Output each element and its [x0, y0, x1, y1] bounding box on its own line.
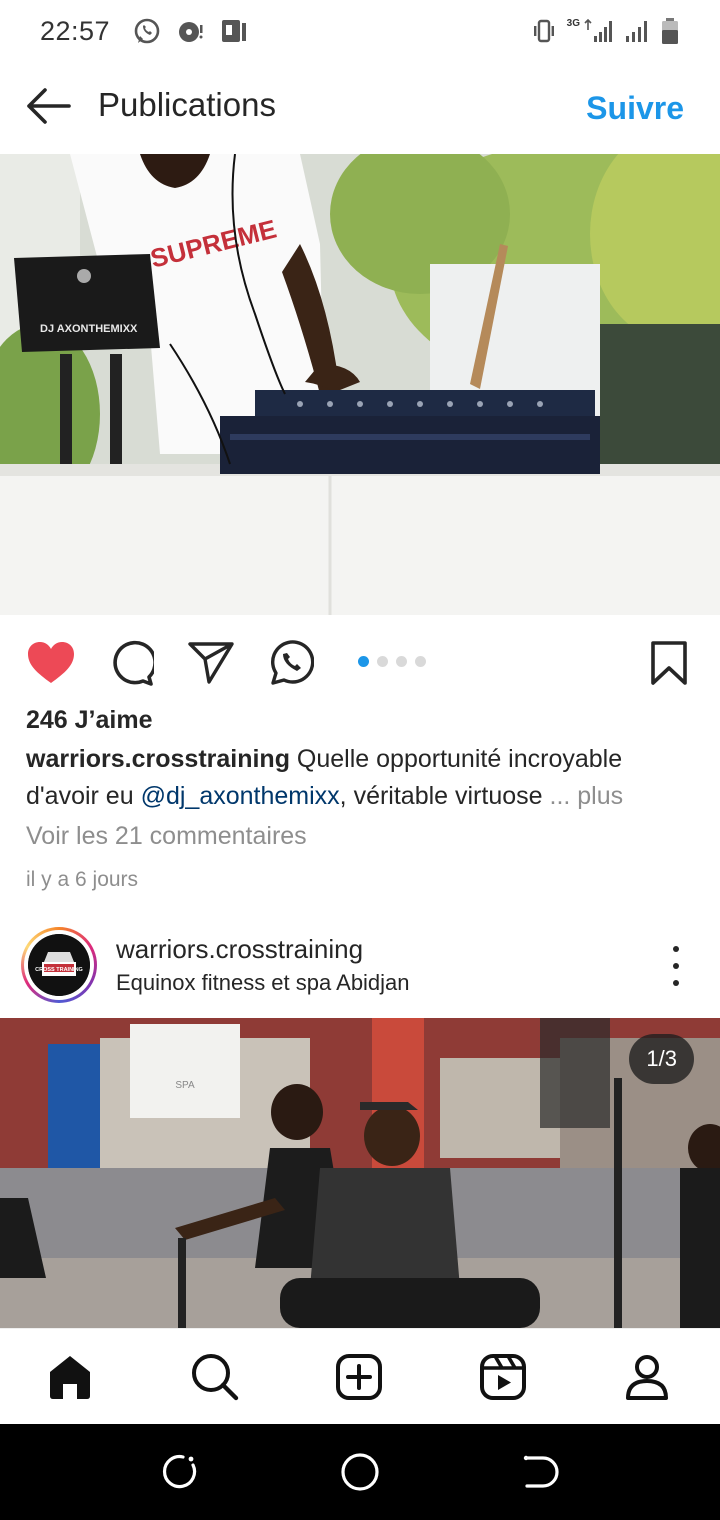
avatar-logo-text: CROSS TRAINING	[35, 967, 83, 973]
post-username[interactable]: warriors.crosstraining	[116, 934, 363, 965]
page-title: Publications	[98, 86, 276, 123]
share-button[interactable]	[187, 639, 235, 687]
signal-icon-1	[584, 18, 612, 42]
search-icon	[192, 1354, 239, 1401]
carousel-dot	[377, 656, 388, 667]
whatsapp-icon	[271, 640, 314, 685]
nav-reels[interactable]	[477, 1351, 529, 1403]
post-photo-training: SPA	[0, 1018, 720, 1328]
battery-icon	[662, 18, 678, 44]
post-timestamp: il y a 6 jours	[26, 868, 139, 891]
whatsapp-notification-icon	[134, 18, 160, 44]
post2-header: CROSS TRAINING warriors.crosstraining Eq…	[0, 918, 720, 1018]
post-photo-dj: SUPREME DJ AXONTHEMIXX	[0, 154, 720, 615]
system-navigation-bar	[0, 1424, 720, 1520]
back-gesture-icon	[523, 1455, 559, 1488]
status-system-icons: 3G	[531, 17, 680, 45]
nav-profile[interactable]	[621, 1351, 673, 1403]
nav-search[interactable]	[189, 1351, 241, 1403]
like-button[interactable]	[27, 639, 75, 687]
avatar: CROSS TRAINING	[28, 934, 90, 996]
carousel-dot	[396, 656, 407, 667]
circle-home-icon	[341, 1453, 379, 1491]
music-notification-icon	[179, 22, 203, 42]
carousel-dot-active	[358, 656, 369, 667]
post-location[interactable]: Equinox fitness et spa Abidjan	[116, 970, 410, 996]
view-comments-link[interactable]: Voir les 21 commentaires	[26, 822, 307, 851]
heart-filled-icon	[28, 642, 74, 683]
carousel-indicator	[358, 656, 426, 667]
back-system-button[interactable]	[520, 1452, 560, 1492]
status-notification-icons	[132, 16, 248, 46]
comment-button[interactable]	[107, 639, 155, 687]
back-button[interactable]	[24, 86, 72, 126]
network-type: 3G	[566, 18, 580, 29]
top-header: Publications Suivre	[0, 62, 720, 154]
nav-home[interactable]	[44, 1351, 96, 1403]
post-image-training[interactable]: SPA 1/3	[0, 1018, 720, 1328]
save-button[interactable]	[645, 639, 693, 687]
status-time: 22:57	[40, 15, 111, 46]
recent-apps-icon	[162, 1455, 197, 1489]
nav-create[interactable]	[333, 1351, 385, 1403]
laptop-sticker-text: DJ AXONTHEMIXX	[40, 323, 138, 335]
post-image-dj[interactable]: SUPREME DJ AXONTHEMIXX	[0, 154, 720, 615]
post-caption: warriors.crosstraining Quelle opportunit…	[26, 741, 696, 815]
whatsapp-share-button[interactable]	[267, 639, 315, 687]
home-icon	[50, 1356, 90, 1399]
more-options-button[interactable]	[666, 946, 686, 986]
bookmark-icon	[651, 641, 687, 685]
caption-text-continued: , véritable virtuose	[339, 782, 550, 810]
carousel-counter: 1/3	[629, 1034, 694, 1084]
reels-icon	[480, 1354, 526, 1400]
caption-username[interactable]: warriors.crosstraining	[26, 745, 290, 773]
vibrate-icon	[533, 19, 554, 43]
carousel-dot	[415, 656, 426, 667]
signal-icon-2	[626, 21, 647, 42]
caption-more-link[interactable]: ... plus	[550, 782, 624, 810]
like-count[interactable]: 246 J’aime	[26, 706, 153, 735]
recent-apps-button[interactable]	[160, 1452, 200, 1492]
plus-square-icon	[336, 1354, 382, 1400]
status-bar: 22:57 3G	[0, 0, 720, 62]
paper-plane-icon	[188, 642, 234, 684]
caption-mention[interactable]: @dj_axonthemixx	[141, 782, 340, 810]
app-notification-icon	[222, 20, 247, 42]
story-ring[interactable]: CROSS TRAINING	[21, 927, 97, 1003]
home-system-button[interactable]	[340, 1452, 380, 1492]
arrow-left-icon	[27, 88, 71, 124]
banner-text: SPA	[175, 1080, 195, 1091]
follow-button[interactable]: Suivre	[586, 90, 684, 127]
profile-icon	[626, 1355, 668, 1400]
comment-bubble-icon	[113, 640, 154, 686]
bottom-navigation	[0, 1328, 720, 1424]
